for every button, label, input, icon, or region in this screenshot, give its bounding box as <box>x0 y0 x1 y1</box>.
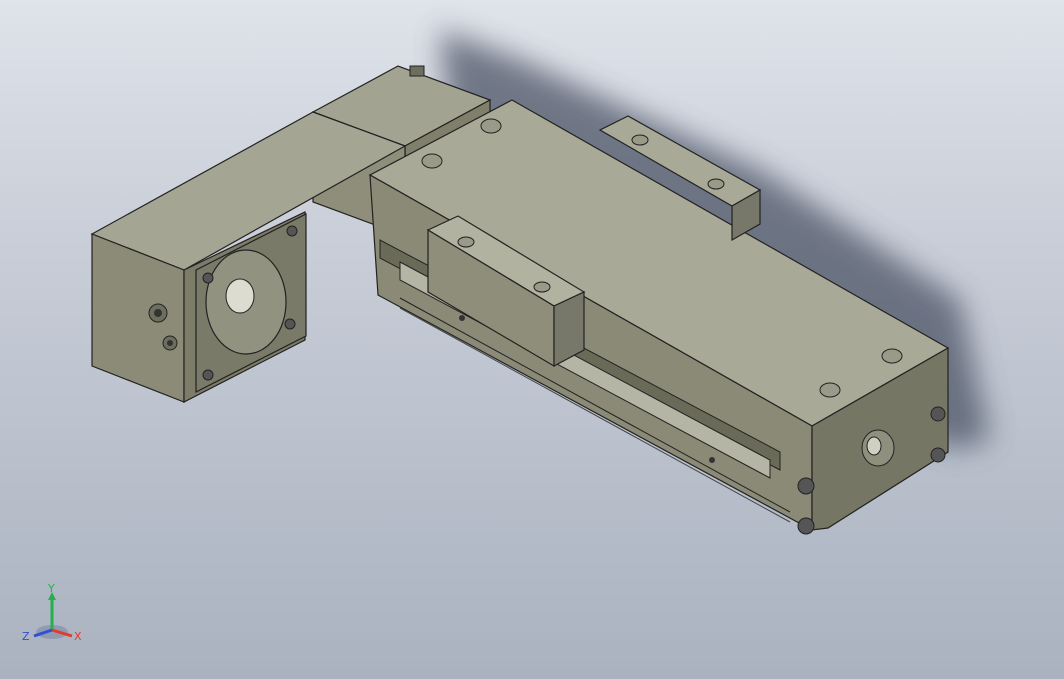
x-axis-label: X <box>74 630 82 643</box>
linear-actuator-model[interactable] <box>0 0 1064 679</box>
axis-triad: Y X Z <box>22 584 82 643</box>
y-axis-label: Y <box>47 584 55 595</box>
z-axis-label: Z <box>22 630 30 643</box>
cad-viewport[interactable]: Y X Z <box>0 0 1064 679</box>
